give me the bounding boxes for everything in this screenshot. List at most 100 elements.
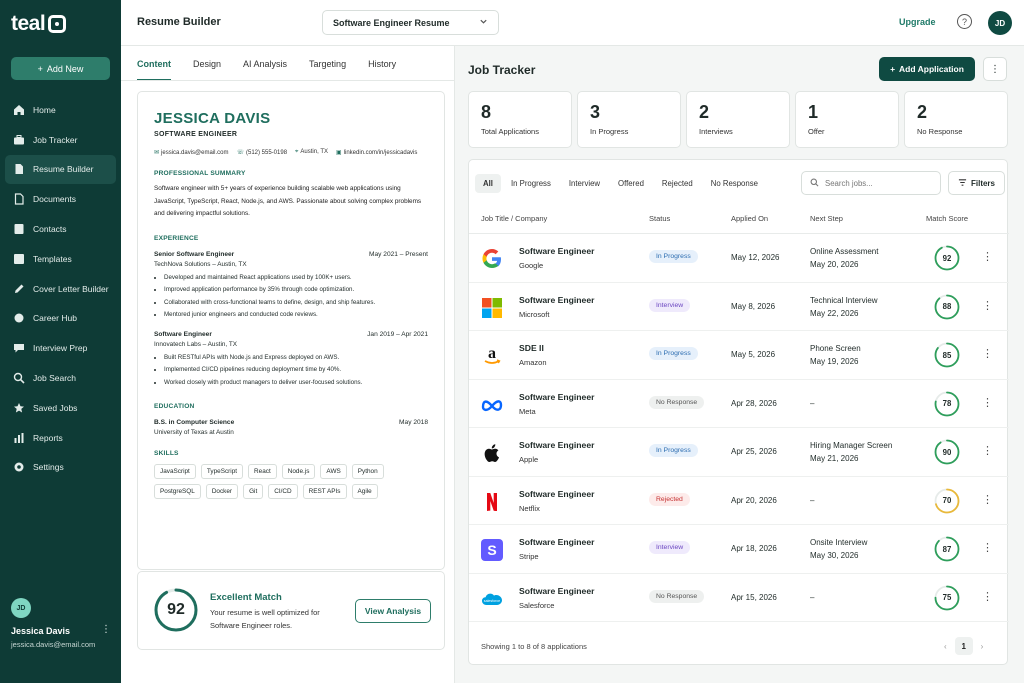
experience-list: Senior Software Engineer May 2021 – Prese… — [154, 251, 428, 390]
job-title[interactable]: SDE II — [519, 343, 544, 353]
filters-button[interactable]: Filters — [948, 171, 1005, 195]
table-row[interactable]: Software Engineer Netflix Rejected Apr 20, … — [469, 477, 1009, 525]
job-title[interactable]: Software Engineer — [519, 295, 594, 305]
resume-panel: Content Design AI Analysis Targeting History… — [121, 46, 455, 683]
teal-logo[interactable]: teal — [11, 12, 67, 36]
user-menu-icon[interactable]: ⋮ — [101, 624, 111, 635]
search-icon — [810, 178, 819, 189]
row-menu-icon[interactable]: ⋮ — [982, 250, 993, 263]
sidebar-item-reports[interactable]: Reports — [5, 423, 116, 453]
search-placeholder: Search jobs... — [825, 178, 873, 188]
table-row[interactable]: Software Engineer Meta No Response Apr 28, … — [469, 380, 1009, 428]
filter-in-progress[interactable]: In Progress — [503, 174, 559, 193]
job-title[interactable]: Software Engineer — [519, 537, 594, 547]
sidebar-item-saved-jobs[interactable]: Saved Jobs — [5, 393, 116, 423]
filter-all[interactable]: All — [475, 173, 501, 193]
stat-total-card[interactable]: 8 Total Applications — [468, 91, 572, 148]
row-menu-icon[interactable]: ⋮ — [982, 396, 993, 409]
sidebar-item-job-search[interactable]: Job Search — [5, 363, 116, 393]
tab-content[interactable]: Content — [137, 59, 171, 81]
job-bullet: Collaborated with cross-functional teams… — [164, 297, 428, 310]
col-match-score[interactable]: Match Score — [926, 214, 968, 223]
prev-page-icon[interactable]: ‹ — [944, 642, 947, 651]
table-row[interactable]: a SDE II Amazon In Progress May 5, 2026 Phone… — [469, 331, 1009, 380]
upgrade-link[interactable]: Upgrade — [899, 17, 936, 27]
tab-ai-analysis[interactable]: AI Analysis — [243, 59, 287, 81]
add-application-label: Add Application — [899, 64, 964, 74]
stat-no-response-card[interactable]: 2 No Response — [904, 91, 1008, 148]
col-next-step[interactable]: Next Step — [810, 214, 843, 223]
resume-title: SOFTWARE ENGINEER — [154, 131, 238, 138]
table-row[interactable]: S Software Engineer Stripe Interview Apr 18,… — [469, 525, 1009, 574]
applied-date: May 8, 2026 — [731, 301, 776, 311]
filter-interview[interactable]: Interview — [561, 174, 608, 193]
sidebar-item-career-hub[interactable]: Career Hub — [5, 304, 116, 334]
table-row[interactable]: Software Engineer Google In Progress May 12… — [469, 234, 1009, 283]
job-dates: May 2021 – Present — [368, 250, 428, 258]
add-new-button[interactable]: + Add New — [11, 57, 110, 80]
job-title[interactable]: Software Engineer — [519, 392, 594, 402]
table-row[interactable]: salesforce Software Engineer Salesforce No … — [469, 574, 1009, 622]
stat-in-progress-card[interactable]: 3 In Progress — [577, 91, 681, 148]
col-status[interactable]: Status — [649, 214, 670, 223]
sidebar-item-settings[interactable]: Settings — [5, 453, 116, 483]
next-page-icon[interactable]: › — [981, 642, 984, 651]
sidebar-item-contacts[interactable]: Contacts — [5, 214, 116, 244]
row-menu-icon[interactable]: ⋮ — [982, 590, 993, 603]
col-job[interactable]: Job Title / Company — [481, 214, 547, 223]
edit-icon — [13, 283, 25, 295]
tab-targeting[interactable]: Targeting — [309, 59, 346, 81]
row-menu-icon[interactable]: ⋮ — [982, 541, 993, 554]
add-application-button[interactable]: + Add Application — [879, 57, 975, 81]
more-options-icon[interactable]: ⋮ — [983, 57, 1007, 81]
stat-offer-card[interactable]: 1 Offer — [795, 91, 899, 148]
row-menu-icon[interactable]: ⋮ — [982, 493, 993, 506]
view-analysis-button[interactable]: View Analysis — [355, 599, 431, 623]
user-avatar[interactable]: JD — [11, 598, 31, 618]
row-menu-icon[interactable]: ⋮ — [982, 347, 993, 360]
table-row[interactable]: Software Engineer Apple In Progress Apr 25,… — [469, 428, 1009, 477]
job-title[interactable]: Software Engineer — [519, 246, 594, 256]
help-icon[interactable]: ? — [957, 14, 972, 29]
filter-rejected[interactable]: Rejected — [654, 174, 701, 193]
applied-date: Apr 28, 2026 — [731, 398, 777, 408]
next-step: – — [810, 495, 815, 505]
stat-interviews-card[interactable]: 2 Interviews — [686, 91, 790, 148]
table-row[interactable]: Software Engineer Microsoft Interview May 8… — [469, 283, 1009, 331]
col-applied[interactable]: Applied On — [731, 214, 768, 223]
sidebar-item-job-tracker[interactable]: Job Tracker — [5, 125, 116, 155]
match-score: 92 — [167, 601, 185, 618]
contact-icon — [13, 223, 25, 235]
match-score-value: 70 — [942, 496, 952, 505]
sidebar-item-documents[interactable]: Documents — [5, 184, 116, 214]
sidebar-item-resume-builder[interactable]: Resume Builder — [5, 154, 116, 185]
match-text: Your resume is well optimized for Softwa… — [210, 608, 320, 630]
job-title[interactable]: Software Engineer — [519, 586, 594, 596]
filter-offered[interactable]: Offered — [610, 174, 652, 193]
google-logo-icon — [481, 248, 503, 270]
tab-history[interactable]: History — [368, 59, 396, 81]
tab-design[interactable]: Design — [193, 59, 221, 81]
showing-text: Showing 1 to 8 of 8 applications — [481, 642, 587, 651]
row-menu-icon[interactable]: ⋮ — [982, 444, 993, 457]
page-number[interactable]: 1 — [954, 637, 973, 655]
status-in-progress-badge: In Progress — [649, 250, 698, 263]
hub-icon — [13, 312, 25, 324]
sidebar-item-cover-letter-builder[interactable]: Cover Letter Builder — [5, 274, 116, 304]
row-menu-icon[interactable]: ⋮ — [982, 299, 993, 312]
filter-no-response[interactable]: No Response — [703, 174, 766, 193]
sidebar-item-label: Saved Jobs — [33, 402, 78, 413]
sidebar-item-templates[interactable]: Templates — [5, 244, 116, 274]
linkedin-icon: ▣ — [336, 150, 342, 156]
document-icon — [13, 163, 25, 175]
resume-preview[interactable]: JESSICA DAVIS SOFTWARE ENGINEER ✉ jessica… — [137, 91, 445, 570]
sidebar-item-interview-prep[interactable]: Interview Prep — [5, 333, 116, 363]
search-input[interactable]: Search jobs... — [801, 171, 941, 195]
resume-select[interactable]: Software Engineer Resume — [322, 10, 499, 35]
avatar[interactable]: JD — [988, 11, 1012, 35]
job-bullet: Mentored junior engineers and conducted … — [164, 309, 428, 322]
job-title[interactable]: Software Engineer — [519, 489, 594, 499]
page-title: Resume Builder — [137, 16, 221, 28]
sidebar-item-home[interactable]: Home — [5, 95, 116, 125]
job-title[interactable]: Software Engineer — [519, 440, 594, 450]
